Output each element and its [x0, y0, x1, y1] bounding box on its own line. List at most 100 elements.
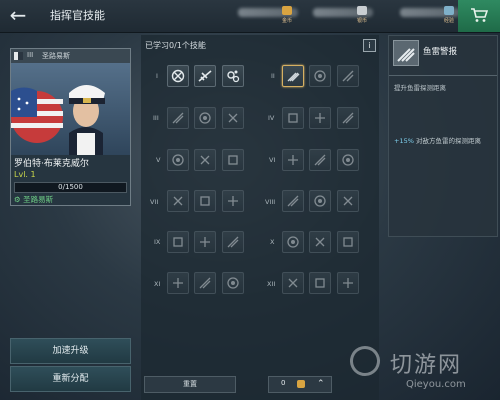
silver-balance: 银币: [313, 5, 383, 27]
silver-coin-icon: [357, 6, 367, 15]
skill-icon: [200, 196, 210, 206]
nation-flag-icon: [14, 52, 23, 60]
skill-slot[interactable]: [222, 272, 244, 294]
skill-icon: [288, 278, 298, 288]
accelerate-upgrade-button[interactable]: 加速升级: [10, 338, 131, 364]
skill-slot[interactable]: [309, 107, 331, 129]
skill-icon: [200, 155, 210, 165]
captain-ship: ⚙ 圣路易斯: [14, 194, 53, 205]
skill-slot[interactable]: [337, 272, 359, 294]
skill-slot-torpedo-alert[interactable]: [282, 65, 304, 87]
skill-icon: [342, 70, 354, 82]
skill-icon: [228, 196, 238, 206]
skill-icon: [228, 113, 238, 123]
skill-slot[interactable]: [282, 149, 304, 171]
tier-label: VII: [150, 198, 159, 206]
captain-level: Lvl. 1: [14, 170, 36, 179]
skill-icon: [343, 196, 353, 206]
skill-icon: [173, 196, 183, 206]
skill-slot[interactable]: [194, 107, 216, 129]
tier-label: VI: [269, 156, 276, 164]
skill-slot[interactable]: [309, 231, 331, 253]
tier-label: XI: [154, 280, 161, 288]
skill-slot[interactable]: [282, 272, 304, 294]
tier-label: IX: [154, 238, 161, 246]
skill-slot[interactable]: [222, 65, 244, 87]
skill-slot[interactable]: [337, 65, 359, 87]
skill-slot[interactable]: [194, 231, 216, 253]
skill-detail-description: 提升鱼雷探测距离: [394, 84, 446, 92]
silver-label: 银币: [357, 18, 368, 24]
page-title: 指挥官技能: [50, 9, 105, 22]
coin-icon: [297, 380, 305, 388]
skill-slot[interactable]: [282, 107, 304, 129]
tier-label: XII: [267, 280, 276, 288]
captain-portrait: [11, 63, 130, 155]
skill-slot[interactable]: [222, 190, 244, 212]
skill-icon: [172, 112, 184, 124]
watermark-url: Qieyou.com: [406, 379, 466, 390]
skill-slot[interactable]: [167, 65, 189, 87]
skill-slot[interactable]: [309, 190, 331, 212]
skill-effect-value: +15%: [394, 137, 414, 145]
skill-slot[interactable]: [167, 149, 189, 171]
skill-effect-text: 对敌方鱼雷的探测距离: [415, 137, 481, 145]
watermark-logo-icon: [345, 341, 385, 381]
skill-icon: [342, 112, 354, 124]
skill-slot[interactable]: [194, 272, 216, 294]
skill-slot[interactable]: [337, 190, 359, 212]
skill-icon: [288, 155, 298, 165]
skill-slot[interactable]: [222, 231, 244, 253]
skill-detail-panel: 鱼雷警报 提升鱼雷探测距离 +15% 对敌方鱼雷的探测距离: [388, 35, 498, 237]
skill-slot[interactable]: [167, 231, 189, 253]
skill-slot[interactable]: [309, 149, 331, 171]
skill-slot[interactable]: [282, 231, 304, 253]
skill-slot[interactable]: [309, 65, 331, 87]
skill-icon: [227, 236, 239, 248]
airplane-icon: [198, 70, 212, 82]
reset-skills-button[interactable]: 重置: [144, 376, 236, 393]
tier-label: V: [156, 156, 161, 164]
captain-card[interactable]: III 圣路易斯 罗伯特·布莱克威尔 Lvl. 1 0/1500 ⚙ 圣路易斯: [10, 48, 131, 206]
skill-slot[interactable]: [282, 190, 304, 212]
skill-slot[interactable]: [194, 190, 216, 212]
gold-coin-icon: [282, 6, 292, 15]
tier-label: I: [156, 72, 158, 80]
captain-ship-name: 圣路易斯: [23, 195, 54, 204]
chevron-up-icon[interactable]: ⌃: [317, 377, 325, 392]
skill-icon: [315, 113, 325, 123]
skill-slot[interactable]: [222, 107, 244, 129]
skill-slot[interactable]: [167, 190, 189, 212]
reassign-button[interactable]: 重新分配: [10, 366, 131, 392]
captain-nation-ship: 圣路易斯: [42, 52, 70, 60]
skill-slot[interactable]: [167, 272, 189, 294]
skill-icon: [342, 154, 354, 166]
fire-prevention-icon: [171, 69, 185, 83]
skill-icon: [315, 278, 325, 288]
skill-icon: [173, 237, 183, 247]
skill-slot[interactable]: [337, 107, 359, 129]
tier-label: X: [270, 238, 275, 246]
skill-detail-title: 鱼雷警报: [423, 47, 458, 57]
skill-icon: [314, 195, 326, 207]
skill-icon: [314, 70, 326, 82]
ship-gear-icon: ⚙: [14, 195, 21, 204]
skill-slot[interactable]: [337, 149, 359, 171]
skill-slot[interactable]: [167, 107, 189, 129]
store-button[interactable]: [458, 0, 500, 32]
skill-slot[interactable]: [309, 272, 331, 294]
skill-icon: [199, 112, 211, 124]
info-button[interactable]: i: [363, 39, 376, 52]
skill-slot[interactable]: [337, 231, 359, 253]
watermark-text: 切游网: [390, 353, 463, 378]
divider: [389, 75, 497, 76]
skill-slot[interactable]: [194, 65, 216, 87]
skill-slot[interactable]: [194, 149, 216, 171]
back-arrow-icon[interactable]: ←: [6, 4, 30, 28]
captain-name: 罗伯特·布莱克威尔: [14, 159, 89, 169]
skill-icon: [200, 237, 210, 247]
skill-slot[interactable]: [222, 149, 244, 171]
skill-icon: [172, 154, 184, 166]
gold-label: 金币: [282, 18, 293, 24]
gold-balance: 金币: [238, 5, 308, 27]
